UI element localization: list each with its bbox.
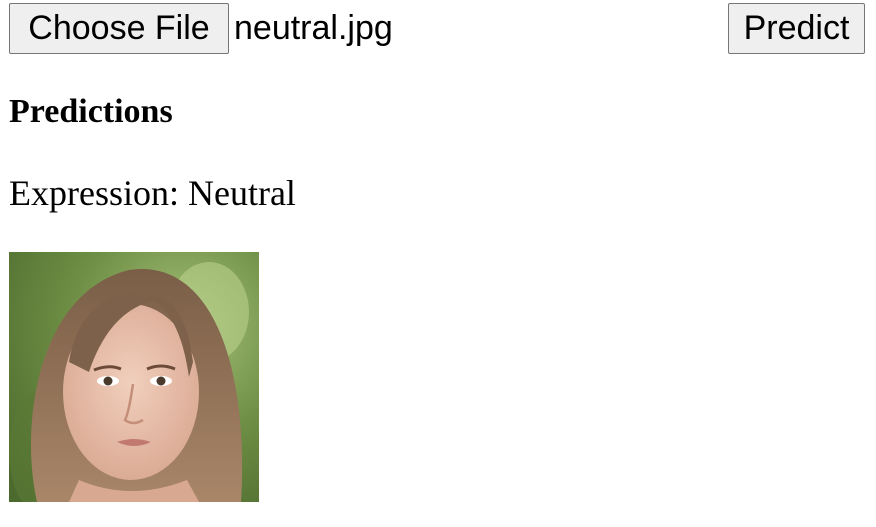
expression-label: Expression: xyxy=(9,173,179,213)
predict-button[interactable]: Predict xyxy=(728,3,865,54)
choose-file-button[interactable]: Choose File xyxy=(9,3,229,54)
selected-file-name: neutral.jpg xyxy=(234,9,393,47)
expression-result: Expression: Neutral xyxy=(9,172,296,214)
face-photo-icon xyxy=(9,252,259,502)
predictions-heading: Predictions xyxy=(9,93,173,130)
expression-value: Neutral xyxy=(187,173,296,213)
uploaded-face-image xyxy=(9,252,259,502)
file-upload-row: Choose File neutral.jpg xyxy=(9,3,393,54)
